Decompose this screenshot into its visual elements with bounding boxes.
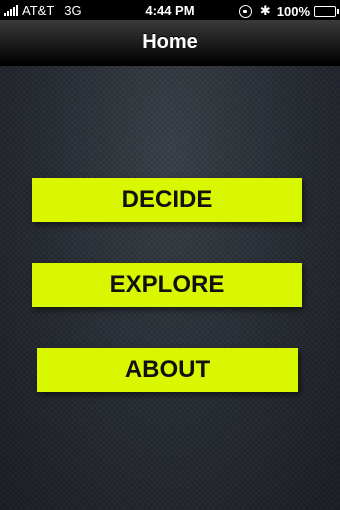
status-bar: AT&T 3G 4:44 PM ✱ 100% xyxy=(0,0,340,20)
battery-icon xyxy=(314,5,339,17)
status-right: ✱ 100% xyxy=(238,3,339,19)
main-content: DECIDE EXPLORE ABOUT xyxy=(0,66,340,510)
app-screen: AT&T 3G 4:44 PM ✱ 100% Home DECIDE EXPLO… xyxy=(0,0,340,510)
bluetooth-icon: ✱ xyxy=(259,3,271,18)
about-button[interactable]: ABOUT xyxy=(37,348,298,392)
explore-button[interactable]: EXPLORE xyxy=(32,263,302,307)
battery-percent: 100% xyxy=(276,3,310,19)
rotation-lock-icon xyxy=(238,4,252,18)
navigation-bar: Home xyxy=(0,20,340,66)
decide-button[interactable]: DECIDE xyxy=(32,178,302,222)
page-title: Home xyxy=(142,31,198,53)
